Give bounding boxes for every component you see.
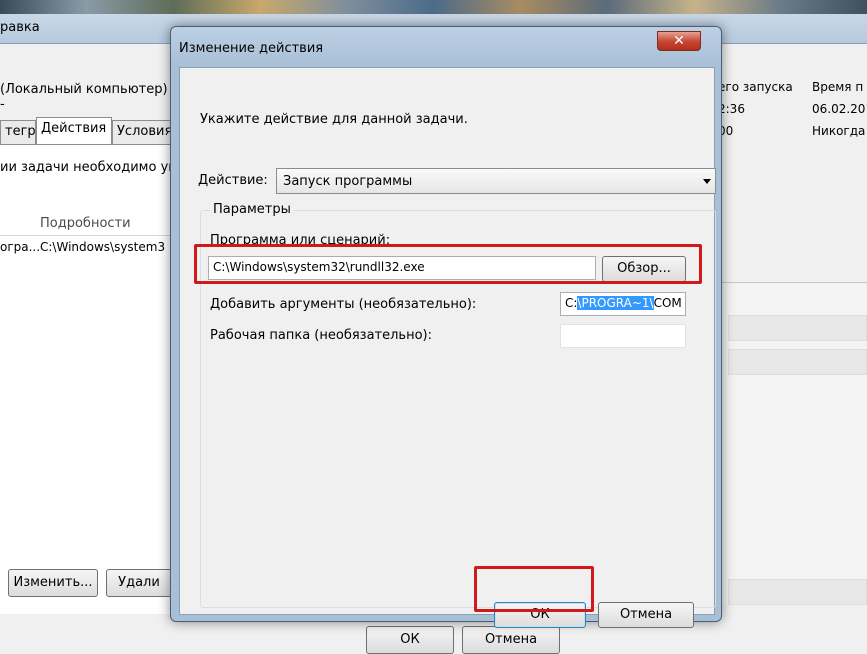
cell-time-1: 06.02.201 [812,102,867,116]
arguments-highlight-box [194,244,702,284]
arguments-prefix: C: [565,296,578,310]
workdir-field[interactable] [560,324,686,348]
tab-conditions[interactable]: Условия [112,120,174,144]
panel-stripe [728,315,867,341]
dialog-instruction: Укажите действие для данной задачи. [200,112,468,127]
tasks-table-fragment: его запуска Время п 2:36 06.02.201 00 Ни… [718,72,867,152]
cell-time-2: Никогда [812,124,866,138]
panel-stripe [728,579,867,605]
chevron-down-icon [703,179,711,184]
action-select-value: Запуск программы [283,174,413,189]
actions-list-header: Подробности [0,214,172,236]
col-last-run-header[interactable]: его запуска [718,80,793,94]
tab-actions[interactable]: Действия [36,117,112,145]
desktop-strip [0,0,867,14]
arguments-selected-text: \PROGRA~1\ [577,296,654,310]
parent-window-title: равка [0,20,40,35]
parent-cancel-button[interactable]: Отмена [462,626,560,654]
arguments-field[interactable]: C:\PROGRA~1\COM [560,292,686,316]
dialog-title: Изменение действия [179,41,324,56]
col-time-header[interactable]: Время п [812,80,863,94]
edit-action-dialog: Изменение действия ✕ Укажите действие дл… [170,26,722,628]
edit-action-button[interactable]: Изменить... [8,569,98,597]
workdir-label: Рабочая папка (необязательно): [210,328,432,343]
action-select[interactable]: Запуск программы [276,168,716,194]
cell-last-run-1: 2:36 [718,102,745,116]
parent-ok-button[interactable]: ОК [366,626,454,654]
actions-note: ии задачи необходимо ук [0,160,177,175]
arguments-label: Добавить аргументы (необязательно): [210,297,477,312]
close-button[interactable]: ✕ [657,31,701,51]
cancel-button[interactable]: Отмена [598,602,694,628]
ok-highlight-box [474,566,594,612]
panel-stripe [728,349,867,375]
row-action-type: огра... [0,240,41,254]
close-icon: ✕ [673,33,685,49]
dialog-client-area: Укажите действие для данной задачи. Дейс… [179,67,716,628]
column-details[interactable]: Подробности [40,216,131,231]
actions-list-row[interactable]: огра... C:\Windows\system3 [0,238,172,258]
action-label: Действие: [198,173,268,188]
parameters-legend: Параметры [210,202,294,217]
parent-path-text: (Локальный компьютер) - [0,82,170,112]
row-details: C:\Windows\system3 [40,240,166,254]
right-details-panel [718,282,867,605]
delete-action-button[interactable]: Удали [106,569,172,597]
arguments-suffix: COM [653,296,682,310]
tab-triggers[interactable]: тегры [0,120,36,144]
